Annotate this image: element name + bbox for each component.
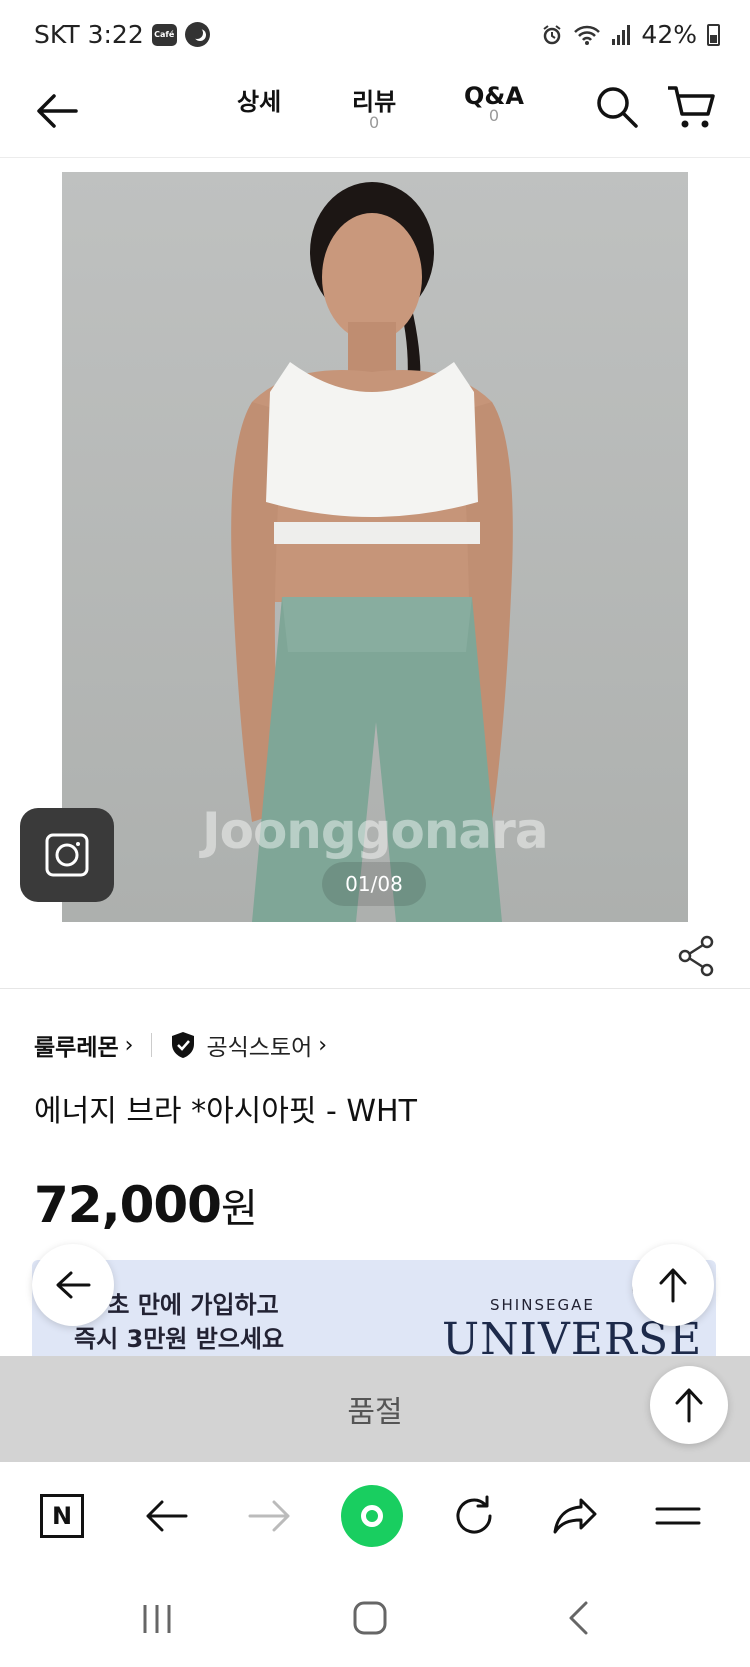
brand-link[interactable]: 룰루레몬 — [34, 1028, 119, 1062]
tab-review[interactable]: 리뷰 0 — [352, 82, 396, 132]
banner-top-button[interactable] — [632, 1244, 714, 1326]
search-icon[interactable] — [594, 84, 640, 130]
brand-separator — [151, 1033, 153, 1057]
cart-icon[interactable] — [666, 84, 716, 130]
watermark-text: Joonggonara — [202, 802, 549, 860]
banner-prev-button[interactable] — [32, 1244, 114, 1326]
tab-qna[interactable]: Q&A 0 — [464, 82, 524, 125]
cafe-icon: Café — [151, 23, 177, 46]
tab-detail-label: 상세 — [237, 88, 282, 116]
top-nav: 상세 리뷰 0 Q&A 0 — [0, 68, 750, 158]
section-divider — [0, 988, 750, 989]
arrow-up-icon — [659, 1268, 687, 1303]
sold-out-button[interactable]: 품절 — [0, 1356, 750, 1462]
moon-icon — [184, 22, 210, 47]
promo-banner[interactable]: 10초 만에 가입하고 즉시 3만원 받으세요 SHINSEGAE UNIVER… — [32, 1260, 716, 1356]
product-image[interactable]: Joonggonara 01/08 — [62, 172, 688, 922]
forward-arrow-icon — [248, 1500, 290, 1532]
share-arrow-icon — [553, 1498, 597, 1534]
system-back-icon[interactable] — [566, 1600, 590, 1636]
camera-button[interactable] — [20, 808, 114, 902]
android-nav-bar — [0, 1568, 750, 1667]
camera-icon — [45, 833, 89, 877]
battery-label: 42% — [641, 20, 697, 49]
n-home-icon: N — [40, 1494, 84, 1538]
arrow-up-icon — [675, 1388, 703, 1423]
back-arrow-icon — [146, 1500, 188, 1532]
image-counter: 01/08 — [322, 862, 426, 906]
status-right: 42% — [541, 20, 720, 49]
alarm-icon — [543, 24, 562, 44]
browser-forward-button[interactable] — [242, 1488, 298, 1544]
scroll-to-top-button[interactable] — [650, 1366, 728, 1444]
clock-label: 3:22 — [87, 20, 144, 49]
product-name: 에너지 브라 *아시아핏 - WHT — [34, 1094, 417, 1129]
battery-icon — [707, 23, 720, 46]
shield-check-icon — [172, 1032, 195, 1058]
browser-toolbar: N — [0, 1462, 750, 1568]
share-page-button[interactable] — [548, 1488, 604, 1544]
refresh-icon — [456, 1495, 492, 1534]
status-left: SKT 3:22 Café — [34, 20, 210, 49]
wifi-icon — [574, 25, 601, 45]
back-arrow-icon[interactable] — [32, 86, 82, 136]
price-unit: 원 — [220, 1186, 258, 1232]
recent-apps-icon[interactable] — [140, 1602, 174, 1636]
sold-out-label: 품절 — [347, 1395, 403, 1430]
banner-brand-small: SHINSEGAE — [490, 1296, 595, 1314]
tab-review-label: 리뷰 — [352, 88, 397, 116]
green-dot-button[interactable] — [336, 1480, 408, 1552]
home-icon[interactable] — [352, 1600, 388, 1636]
chevron-right-icon: › — [124, 1032, 134, 1058]
official-store-link[interactable]: 공식스토어 — [206, 1028, 312, 1062]
green-dot-icon — [341, 1485, 403, 1547]
arrow-left-icon — [56, 1271, 91, 1299]
signal-icon — [612, 24, 631, 45]
product-price: 72,000원 — [34, 1176, 258, 1234]
tab-detail[interactable]: 상세 — [237, 82, 281, 117]
carrier-label: SKT — [34, 20, 80, 49]
menu-button[interactable] — [650, 1488, 706, 1544]
status-bar: SKT 3:22 Café 42% — [0, 0, 750, 68]
n-home-button[interactable]: N — [34, 1488, 90, 1544]
chevron-right-icon: › — [318, 1032, 328, 1058]
brand-row: 룰루레몬 › 공식스토어 › — [34, 1028, 327, 1062]
banner-line-2: 즉시 3만원 받으세요 — [74, 1325, 285, 1353]
refresh-button[interactable] — [446, 1488, 502, 1544]
menu-icon — [655, 1507, 701, 1525]
browser-back-button[interactable] — [138, 1488, 194, 1544]
share-icon[interactable] — [676, 934, 716, 978]
price-value: 72,000 — [34, 1176, 222, 1234]
